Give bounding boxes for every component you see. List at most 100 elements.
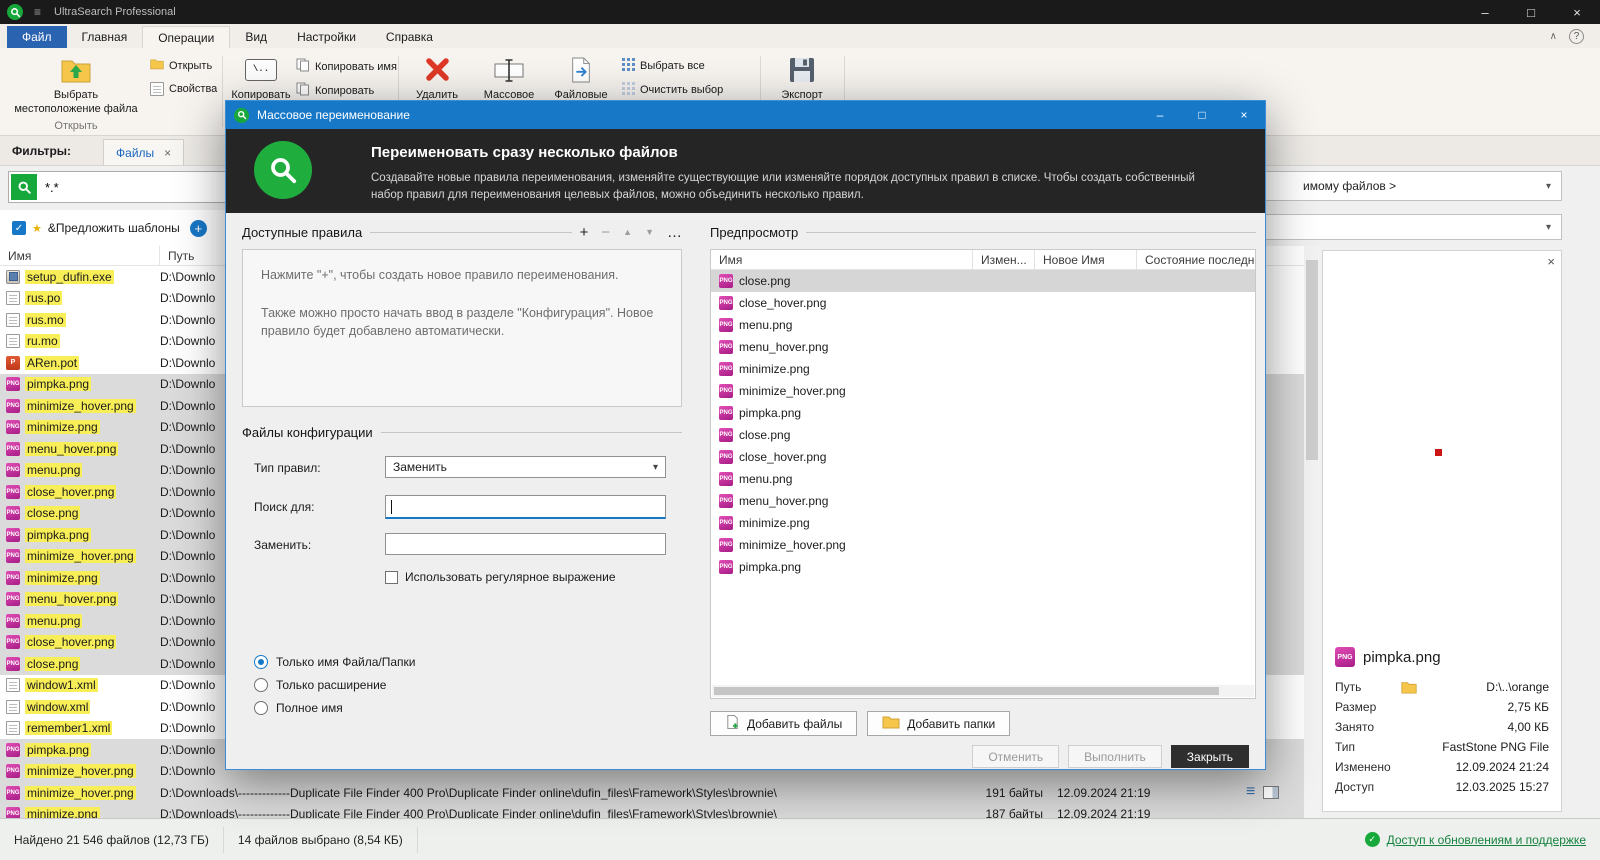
preview-row[interactable]: menu.png [711, 468, 1255, 490]
add-files-button[interactable]: Добавить файлы [710, 711, 858, 736]
file-operations-button[interactable]: Файловые [548, 53, 614, 103]
preview-row[interactable]: pimpka.png [711, 402, 1255, 424]
scrollbar-thumb[interactable] [1306, 260, 1318, 460]
move-down-icon[interactable]: ▼ [645, 228, 654, 237]
more-options-icon[interactable]: … [667, 225, 682, 240]
updates-link[interactable]: ✓ Доступ к обновлениям и поддержке [1364, 832, 1586, 847]
close-dialog-button[interactable]: Закрыть [1170, 745, 1249, 768]
mass-rename-button[interactable]: Массовое [478, 53, 540, 103]
png-file-icon [719, 318, 733, 332]
folder-icon [1401, 681, 1417, 694]
titlebar: ≡ UltraSearch Professional – □ × [0, 0, 1600, 24]
preview-row[interactable]: menu_hover.png [711, 490, 1255, 512]
copy-name-button[interactable]: Копировать имя [296, 58, 397, 75]
grid-icon [622, 58, 635, 74]
close-preview-icon[interactable]: × [1547, 254, 1555, 269]
png-file-icon [719, 560, 733, 574]
preview-row[interactable]: close_hover.png [711, 446, 1255, 468]
tab-file[interactable]: Файл [7, 26, 67, 48]
tab-help[interactable]: Справка [371, 26, 448, 48]
help-icon[interactable]: ? [1569, 28, 1584, 44]
minimize-button[interactable]: – [1462, 0, 1508, 24]
preview-row[interactable]: minimize_hover.png [711, 534, 1255, 556]
file-row[interactable]: minimize.png D:\Downloads\-------------Du… [0, 803, 1304, 818]
png-file-icon [6, 377, 20, 392]
add-rule-icon[interactable]: + [580, 225, 589, 240]
open-button[interactable]: Открыть [150, 58, 212, 73]
search-input[interactable] [45, 179, 205, 195]
properties-button[interactable]: Свойства [150, 82, 217, 96]
preview-row[interactable]: menu_hover.png [711, 336, 1255, 358]
checkbox-checked-icon[interactable]: ✓ [12, 221, 26, 235]
png-file-icon [6, 463, 20, 478]
delete-button[interactable]: Удалить [406, 53, 468, 103]
tab-home[interactable]: Главная [67, 26, 143, 48]
png-file-icon [6, 420, 20, 435]
remove-rule-icon[interactable]: − [601, 225, 610, 240]
preview-pane-icon[interactable] [1263, 785, 1280, 799]
preview-row[interactable]: close.png [711, 424, 1255, 446]
quick-access-icon[interactable]: ≡ [34, 5, 41, 19]
file-path: D:\Downloads\-------------Duplicate File… [160, 785, 777, 800]
column-header-name[interactable]: Имя [0, 246, 160, 265]
move-up-icon[interactable]: ▲ [623, 228, 632, 237]
vertical-scrollbar[interactable] [1304, 246, 1320, 818]
radio-label: Только расширение [276, 678, 387, 692]
dialog-maximize-button[interactable]: □ [1181, 101, 1223, 129]
replace-with-input[interactable] [385, 533, 666, 555]
secondary-filter-combo[interactable]: ▾ [1240, 214, 1562, 240]
close-filter-icon[interactable]: × [164, 146, 171, 160]
search-for-input[interactable] [385, 495, 666, 519]
filter-tab-files[interactable]: Файлы × [103, 139, 185, 165]
radio-extension-only[interactable]: Только расширение [254, 678, 416, 692]
checkbox-unchecked-icon[interactable] [385, 570, 398, 584]
preview-row[interactable]: close.png [711, 270, 1255, 292]
cancel-button[interactable]: Отменить [972, 745, 1060, 768]
select-all-button[interactable]: Выбрать все [622, 58, 705, 74]
preview-row[interactable]: minimize_hover.png [711, 380, 1255, 402]
preview-row[interactable]: close_hover.png [711, 292, 1255, 314]
execute-button[interactable]: Выполнить [1068, 745, 1162, 768]
preview-column-header[interactable]: Имя [711, 250, 973, 269]
clear-selection-button[interactable]: Очистить выбор [622, 82, 723, 98]
close-button[interactable]: × [1554, 0, 1600, 24]
select-location-button[interactable]: Выбрать местоположение файла [6, 53, 146, 117]
search-box[interactable] [8, 171, 232, 203]
maximize-button[interactable]: □ [1508, 0, 1554, 24]
tab-view[interactable]: Вид [230, 26, 282, 48]
preview-column-header[interactable]: Состояние последней [1137, 250, 1255, 269]
rule-type-select[interactable]: Заменить ▾ [385, 456, 666, 478]
add-files-label: Добавить файлы [747, 716, 843, 731]
add-folders-button[interactable]: Добавить папки [867, 711, 1011, 736]
horizontal-scrollbar[interactable] [712, 685, 1254, 697]
png-file-icon [6, 549, 20, 564]
file-row[interactable]: minimize_hover.png D:\Downloads\---------… [0, 782, 1304, 804]
preview-row[interactable]: minimize.png [711, 358, 1255, 380]
rules-hint-1: Нажмите "+", чтобы создать новое правило… [261, 268, 619, 282]
preview-column-header[interactable]: Измен... [973, 250, 1035, 269]
add-folder-icon [882, 715, 900, 732]
copy-path-button[interactable]: \.. Копировать [230, 53, 292, 103]
dialog-minimize-button[interactable]: – [1139, 101, 1181, 129]
export-button[interactable]: Экспорт [772, 53, 832, 103]
content-search-combo[interactable]: имому файлов > ▾ [1240, 171, 1562, 201]
preview-row[interactable]: pimpka.png [711, 556, 1255, 578]
preview-row[interactable]: menu.png [711, 314, 1255, 336]
preview-column-header[interactable]: Новое Имя [1035, 250, 1137, 269]
tab-settings[interactable]: Настройки [282, 26, 371, 48]
suggest-templates-option[interactable]: ✓ ★ &Предложить шаблоны + [0, 210, 232, 246]
dialog-close-button[interactable]: × [1223, 101, 1265, 129]
chevron-down-icon: ▾ [1545, 221, 1551, 233]
add-template-button[interactable]: + [189, 219, 207, 237]
radio-name-only[interactable]: Только имя Файла/Папки [254, 655, 416, 669]
copy-button[interactable]: Копировать [296, 82, 374, 99]
rules-section-header: Доступные правила + − ▲ ▼ … [242, 225, 682, 240]
collapse-ribbon-icon[interactable]: ∧ [1550, 31, 1557, 42]
tab-operations[interactable]: Операции [142, 26, 231, 48]
regex-option[interactable]: Использовать регулярное выражение [385, 570, 616, 584]
scrollbar-thumb[interactable] [714, 687, 1219, 695]
preview-row[interactable]: minimize.png [711, 512, 1255, 534]
file-name: menu_hover.png [25, 592, 119, 607]
details-view-icon[interactable]: ≡ [1246, 784, 1255, 800]
radio-full-name[interactable]: Полное имя [254, 701, 416, 715]
